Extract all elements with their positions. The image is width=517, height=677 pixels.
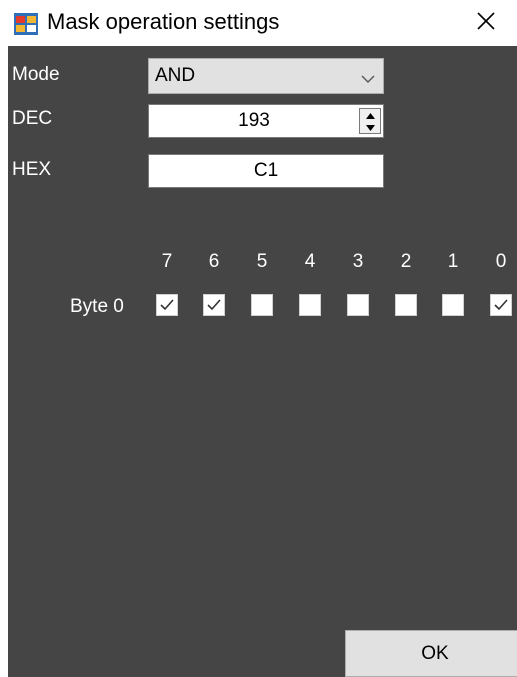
triangle-down-icon — [365, 118, 375, 136]
checkmark-icon — [494, 299, 508, 311]
bit-0-checkbox[interactable] — [490, 294, 512, 316]
window-title: Mask operation settings — [47, 9, 280, 34]
hex-label: HEX — [12, 159, 52, 180]
bit-7-checkbox[interactable] — [156, 294, 178, 316]
chevron-down-icon — [361, 71, 375, 83]
checkmark-icon — [160, 299, 174, 311]
bit-4-checkbox[interactable] — [299, 294, 321, 316]
close-icon — [476, 11, 496, 36]
mode-selected-value: AND — [155, 65, 196, 86]
checkmark-icon — [207, 299, 221, 311]
spin-down-button[interactable] — [360, 121, 380, 133]
mask-settings-window: Mask operation settings Mode AND DEC 193… — [0, 0, 517, 677]
settings-window-icon — [14, 13, 38, 35]
bit-header-6: 6 — [208, 251, 220, 272]
bit-header-3: 3 — [352, 251, 364, 272]
title-bar[interactable]: Mask operation settings — [0, 0, 517, 46]
bit-1-checkbox[interactable] — [442, 294, 464, 316]
mode-label: Mode — [12, 64, 60, 85]
bit-header-2: 2 — [400, 251, 412, 272]
dec-label: DEC — [12, 108, 53, 129]
dec-spinner — [359, 108, 381, 134]
bit-header-4: 4 — [304, 251, 316, 272]
close-button[interactable] — [455, 0, 517, 46]
bit-5-checkbox[interactable] — [251, 294, 273, 316]
bit-6-checkbox[interactable] — [203, 294, 225, 316]
bit-header-5: 5 — [256, 251, 268, 272]
bit-header-1: 1 — [447, 251, 459, 272]
ok-button[interactable]: OK — [345, 630, 517, 677]
bit-header-7: 7 — [161, 251, 173, 272]
bit-header-0: 0 — [495, 251, 507, 272]
bit-2-checkbox[interactable] — [395, 294, 417, 316]
mode-dropdown[interactable]: AND — [148, 58, 384, 94]
dec-input[interactable] — [149, 105, 359, 137]
byte-row-label: Byte 0 — [70, 296, 124, 317]
settings-panel: Mode AND DEC 193 HEX C1 7 6 5 4 3 2 1 0 … — [8, 46, 517, 677]
hex-input[interactable] — [149, 155, 383, 187]
bit-3-checkbox[interactable] — [347, 294, 369, 316]
hex-field — [148, 154, 384, 188]
dec-spinbox — [148, 104, 384, 138]
